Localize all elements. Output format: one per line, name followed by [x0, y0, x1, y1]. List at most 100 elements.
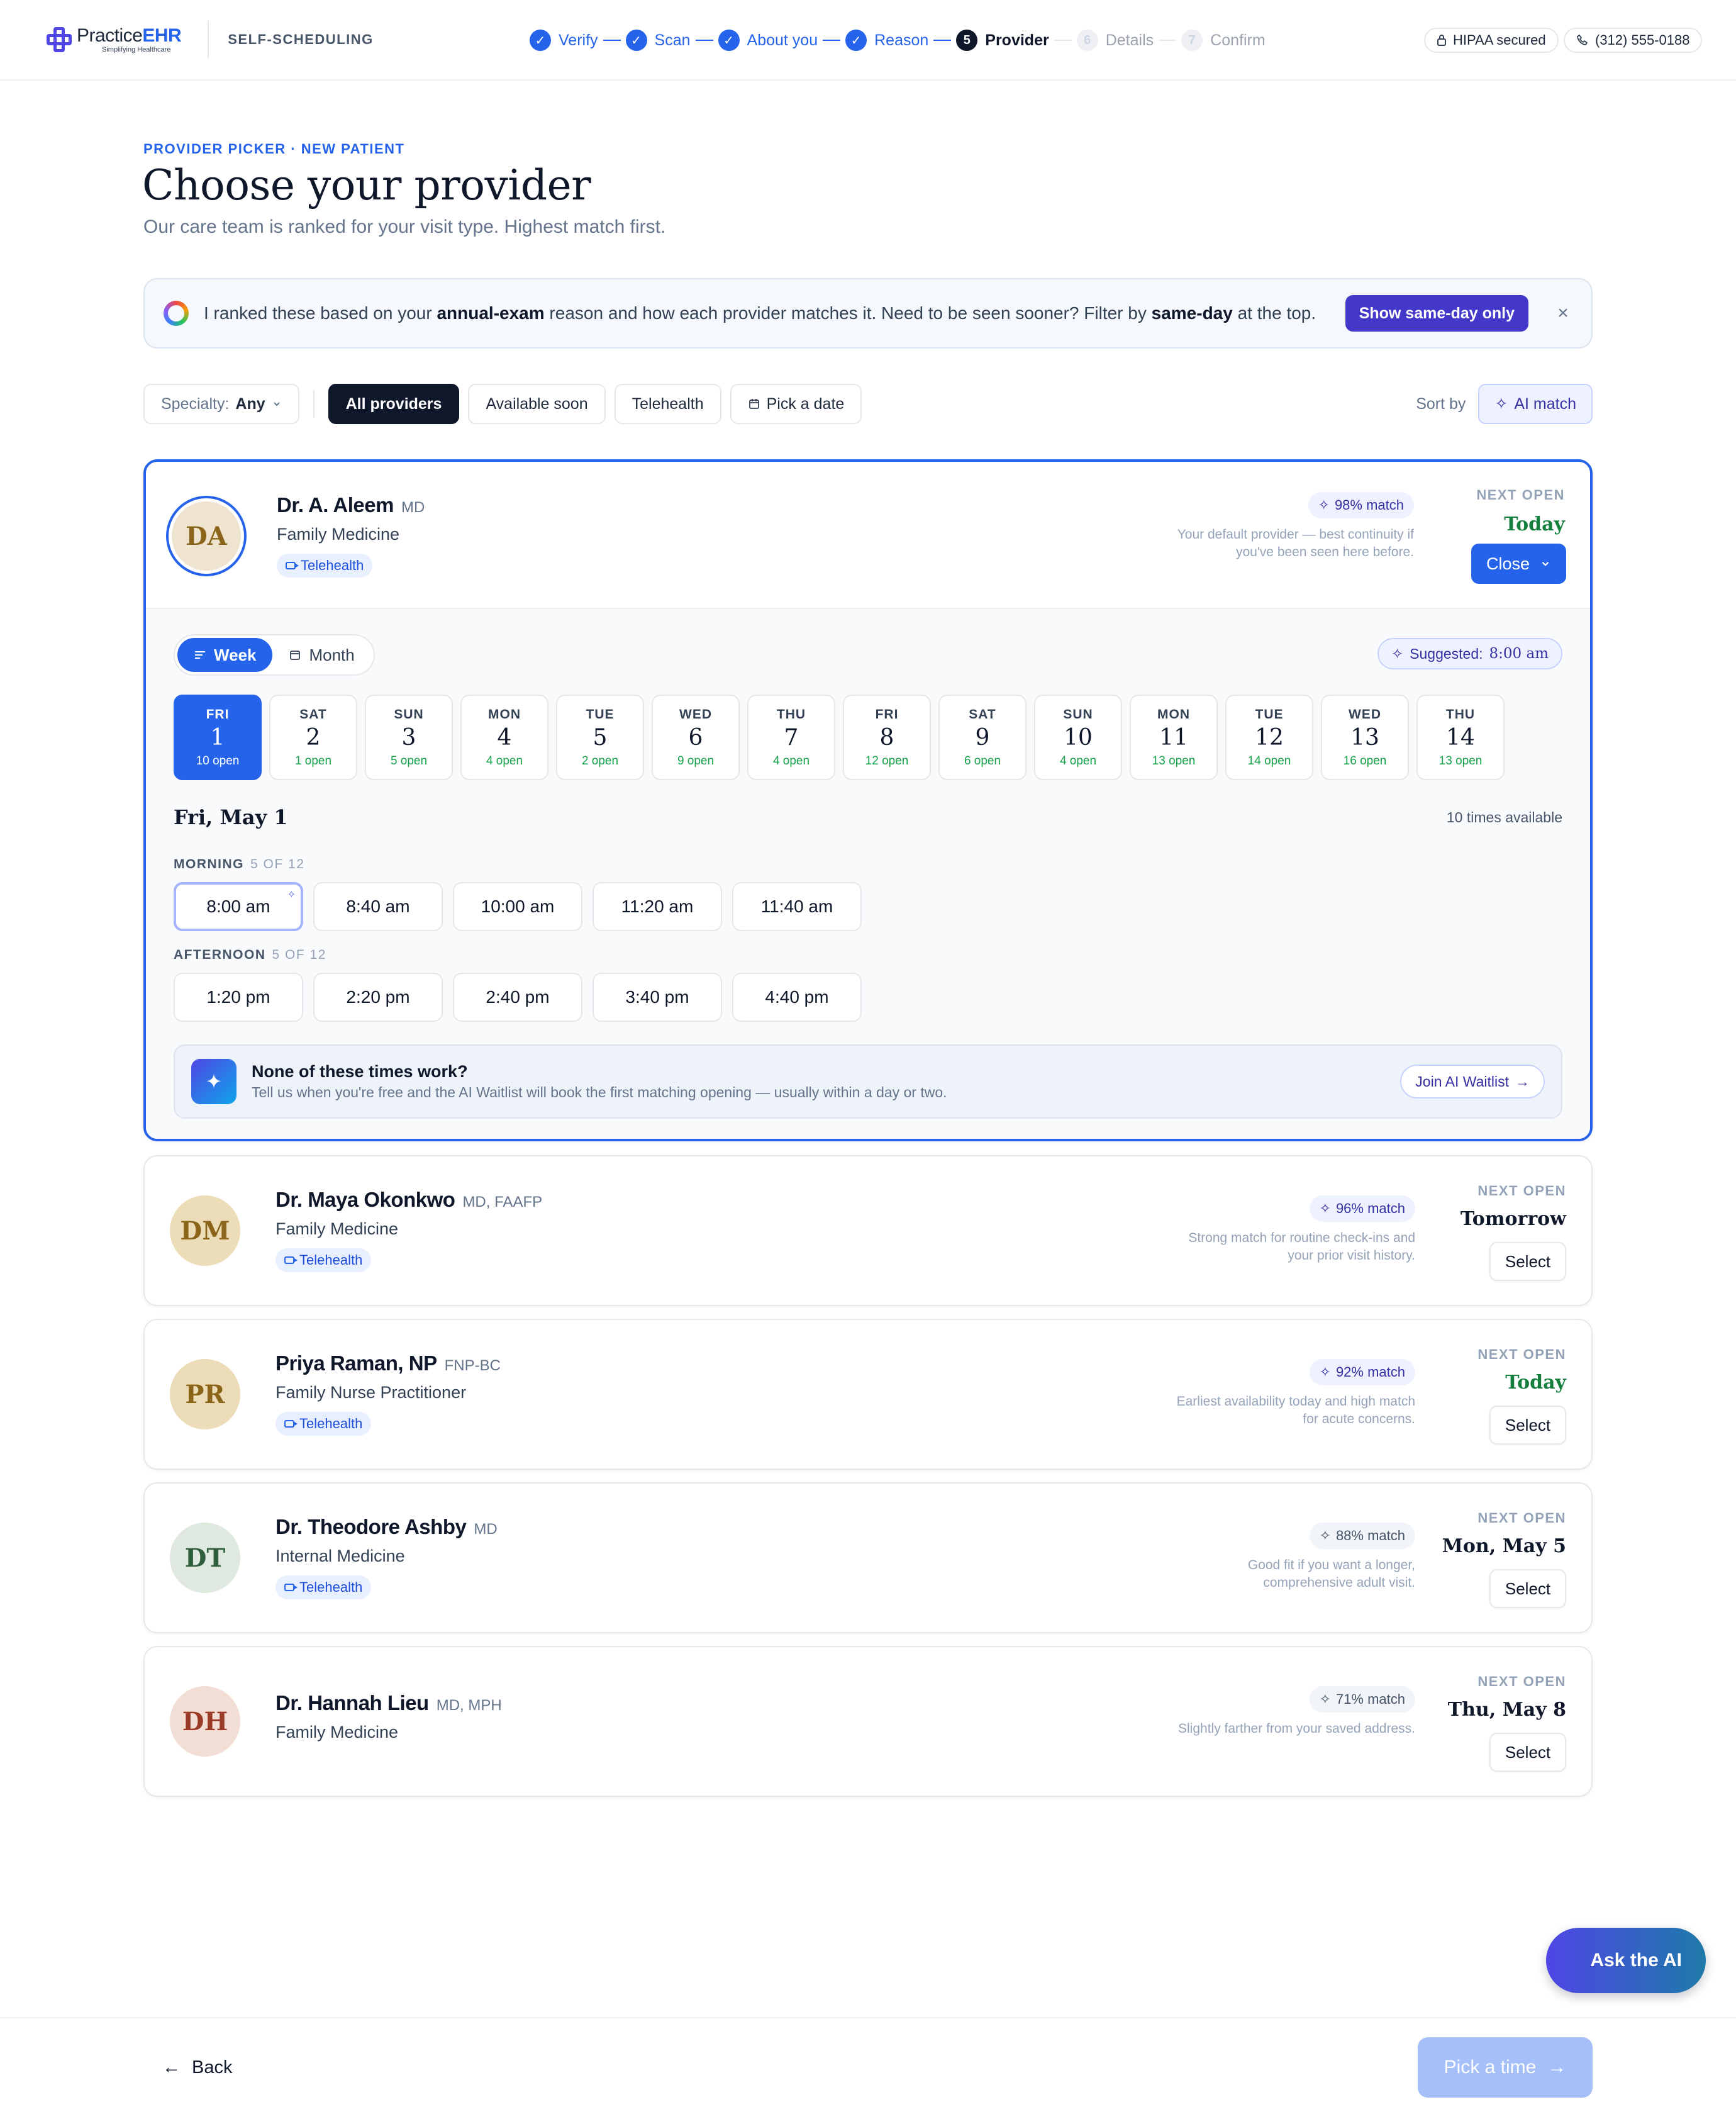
day-card[interactable]: TUE 12 14 open [1225, 695, 1313, 780]
filter-all-providers[interactable]: All providers [328, 384, 460, 424]
day-card[interactable]: TUE 5 2 open [556, 695, 644, 780]
pick-a-time-button[interactable]: Pick a time → [1418, 2037, 1593, 2098]
specialty-dropdown[interactable]: Specialty: Any [143, 384, 299, 424]
time-slot[interactable]: 11:40 am [732, 882, 862, 931]
time-slot[interactable]: 2:20 pm [313, 973, 443, 1022]
avatar: DT [170, 1523, 240, 1593]
step-reason[interactable]: ✓ Reason [845, 30, 928, 51]
sort-ai-match-button[interactable]: ✧ AI match [1478, 384, 1593, 424]
match-badge: ✧ 92% match [1309, 1359, 1415, 1385]
waitlist-description: Tell us when you're free and the AI Wait… [252, 1084, 947, 1100]
time-slot[interactable]: 3:40 pm [593, 973, 722, 1022]
step-number: 5 [956, 30, 978, 51]
day-number: 9 [975, 724, 990, 751]
header-divider [208, 21, 209, 59]
select-provider-button[interactable]: Select [1489, 1569, 1566, 1608]
avatar: PR [170, 1359, 240, 1429]
show-same-day-button[interactable]: Show same-day only [1345, 295, 1528, 332]
telehealth-label: Telehealth [299, 1579, 363, 1595]
day-card[interactable]: SAT 2 1 open [269, 695, 357, 780]
next-open-label: NEXT OPEN [1476, 487, 1565, 503]
avatar: DM [170, 1195, 240, 1266]
telehealth-label: Telehealth [301, 557, 364, 573]
specialty-label: Specialty: [161, 394, 230, 413]
step-about-you[interactable]: ✓ About you [718, 30, 818, 51]
provider-card-lieu[interactable]: DH Dr. Hannah Lieu MD, MPH Family Medicin… [143, 1646, 1593, 1797]
ai-ring-icon [164, 301, 189, 326]
time-slot-suggested[interactable]: 8:00 am ✧ [174, 882, 303, 931]
logo-name-part1: Practice [77, 25, 143, 46]
filter-available-soon[interactable]: Available soon [468, 384, 606, 424]
day-card[interactable]: FRI 1 10 open [174, 695, 262, 780]
time-slot[interactable]: 1:20 pm [174, 973, 303, 1022]
step-verify[interactable]: ✓ Verify [530, 30, 598, 51]
afternoon-label: AFTERNOON 5 OF 12 [174, 948, 326, 963]
logo-cross-icon [45, 26, 73, 53]
day-open-count: 1 open [294, 754, 332, 768]
time-slot[interactable]: 8:40 am [313, 882, 443, 931]
step-number: 7 [1181, 30, 1203, 51]
join-ai-waitlist-button[interactable]: Join AI Waitlist → [1400, 1065, 1545, 1099]
view-toggle: Week Month [174, 634, 375, 676]
back-button[interactable]: ← Back [162, 2057, 232, 2078]
day-card[interactable]: THU 14 13 open [1416, 695, 1505, 780]
time-slot[interactable]: 10:00 am [453, 882, 582, 931]
telehealth-label: Telehealth [299, 1252, 363, 1268]
provider-card-header: DH Dr. Hannah Lieu MD, MPH Family Medicin… [145, 1647, 1591, 1793]
step-connector [695, 40, 713, 41]
day-card[interactable]: WED 6 9 open [652, 695, 740, 780]
page-title: Choose your provider [142, 161, 591, 210]
filter-pick-a-date[interactable]: Pick a date [730, 384, 862, 424]
step-scan[interactable]: ✓ Scan [625, 30, 691, 51]
day-open-count: 13 open [1152, 754, 1196, 768]
month-view-button[interactable]: Month [272, 638, 370, 672]
provider-name: Dr. Theodore Ashby MD [275, 1515, 498, 1539]
provider-name: Dr. Hannah Lieu MD, MPH [275, 1691, 502, 1715]
provider-card-okonkwo[interactable]: DM Dr. Maya Okonkwo MD, FAAFP Family Medi… [143, 1155, 1593, 1306]
day-card[interactable]: SAT 9 6 open [938, 695, 1027, 780]
provider-name-text: Dr. Hannah Lieu [275, 1691, 429, 1714]
match-value: 92% match [1335, 1364, 1405, 1380]
day-card[interactable]: FRI 8 12 open [843, 695, 931, 780]
match-badge: ✧ 96% match [1309, 1195, 1415, 1222]
ask-the-ai-button[interactable]: Ask the AI [1546, 1928, 1706, 1993]
time-slot[interactable]: 2:40 pm [453, 973, 582, 1022]
select-provider-button[interactable]: Select [1489, 1406, 1566, 1445]
banner-text-part: I ranked these based on your [204, 303, 437, 323]
close-icon[interactable]: × [1554, 303, 1572, 324]
day-of-week: THU [1445, 707, 1476, 722]
provider-card-aleem[interactable]: DA Dr. A. Aleem MD Family Medicine Telehe… [143, 459, 1593, 1141]
select-provider-button[interactable]: Select [1489, 1733, 1566, 1772]
telehealth-badge: Telehealth [275, 1248, 372, 1272]
sort-by-label: Sort by [1416, 394, 1466, 413]
day-of-week: SAT [299, 707, 327, 722]
day-card[interactable]: SUN 3 5 open [365, 695, 453, 780]
day-card[interactable]: SUN 10 4 open [1034, 695, 1122, 780]
day-of-week: SUN [1063, 707, 1093, 722]
day-card[interactable]: THU 7 4 open [747, 695, 835, 780]
week-view-button[interactable]: Week [177, 638, 273, 672]
waitlist-button-label: Join AI Waitlist [1415, 1073, 1509, 1090]
back-label: Back [192, 2057, 233, 2078]
time-slot[interactable]: 11:20 am [593, 882, 722, 931]
close-provider-button[interactable]: Close [1471, 544, 1566, 584]
filter-telehealth[interactable]: Telehealth [614, 384, 721, 424]
day-card[interactable]: MON 11 13 open [1130, 695, 1218, 780]
practiceehr-logo[interactable]: PracticeEHR Simplifying Healthcare [45, 25, 182, 53]
suggested-time-badge[interactable]: ✧ Suggested: 8:00 am [1377, 638, 1562, 669]
afternoon-heading: AFTERNOON [174, 948, 266, 962]
day-open-count: 4 open [772, 754, 810, 768]
provider-card-raman[interactable]: PR Priya Raman, NP FNP-BC Family Nurse Pr… [143, 1319, 1593, 1470]
day-number: 3 [401, 724, 416, 751]
day-card[interactable]: MON 4 4 open [460, 695, 548, 780]
telehealth-badge: Telehealth [277, 554, 373, 578]
day-card[interactable]: WED 13 16 open [1321, 695, 1409, 780]
time-slot[interactable]: 4:40 pm [732, 973, 862, 1022]
next-open-value: Today [1505, 1372, 1566, 1394]
chevron-down-icon [1542, 561, 1549, 566]
provider-card-ashby[interactable]: DT Dr. Theodore Ashby MD Internal Medicin… [143, 1482, 1593, 1633]
provider-specialty: Internal Medicine [275, 1546, 405, 1565]
phone-link[interactable]: (312) 555-0188 [1564, 28, 1703, 53]
select-provider-button[interactable]: Select [1489, 1242, 1566, 1281]
provider-credentials: MD [401, 499, 425, 516]
